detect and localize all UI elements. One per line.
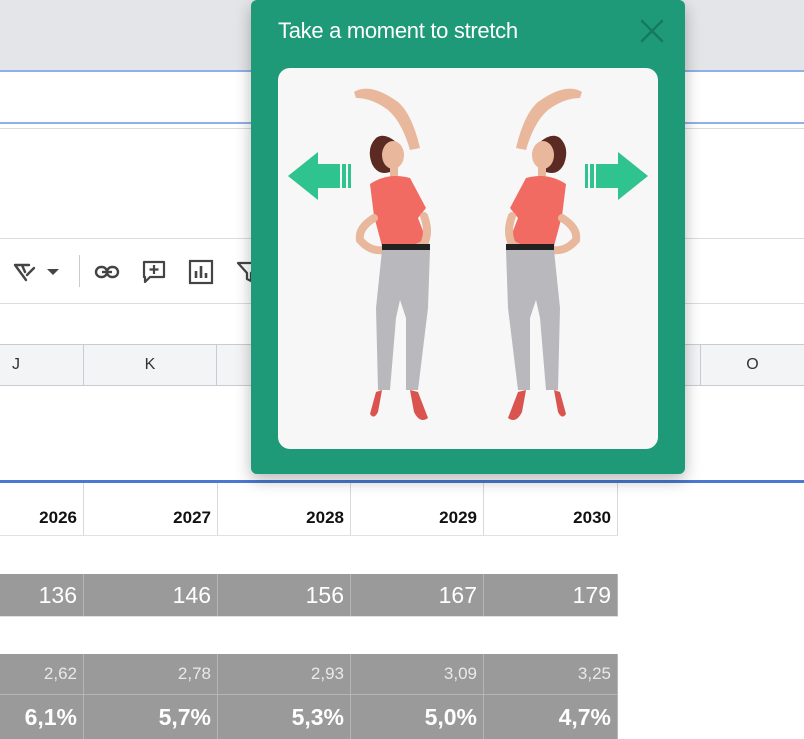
table-cell[interactable]: 2,78 — [84, 654, 218, 694]
year-cell[interactable]: 2028 — [218, 483, 351, 535]
table-cell[interactable]: 5,3% — [218, 695, 351, 739]
stretch-popup: Take a moment to stretch — [251, 0, 685, 474]
table-cell[interactable]: 6,1% — [0, 695, 84, 739]
column-header-o[interactable]: O — [700, 345, 804, 385]
year-cell[interactable]: 2026 — [0, 483, 84, 535]
text-format-icon[interactable] — [12, 259, 38, 285]
close-icon[interactable] — [637, 16, 667, 46]
table-cell[interactable]: 156 — [218, 574, 351, 616]
link-icon[interactable] — [94, 259, 120, 285]
popup-title: Take a moment to stretch — [278, 18, 518, 43]
table-cell[interactable]: 167 — [351, 574, 484, 616]
table-cell[interactable]: 4,7% — [484, 695, 618, 739]
column-header-k[interactable]: K — [84, 345, 217, 385]
table-cell[interactable]: 5,7% — [84, 695, 218, 739]
year-cell[interactable]: 2030 — [484, 483, 618, 535]
add-comment-icon[interactable] — [141, 259, 167, 285]
table-row-years: 2026 2027 2028 2029 2030 — [0, 483, 618, 535]
table-cell[interactable]: 2,93 — [218, 654, 351, 694]
arrow-right-icon — [585, 152, 648, 200]
insert-chart-icon[interactable] — [188, 259, 214, 285]
table-row: 2,62 2,78 2,93 3,09 3,25 — [0, 654, 618, 694]
stretching-women-illustration — [288, 88, 648, 420]
table-cell[interactable]: 3,25 — [484, 654, 618, 694]
woman-figure — [505, 88, 582, 420]
year-cell[interactable]: 2027 — [84, 483, 218, 535]
woman-figure — [354, 88, 431, 420]
table-row: 136 146 156 167 179 — [0, 574, 618, 616]
year-cell[interactable]: 2029 — [351, 483, 484, 535]
arrow-left-icon — [288, 152, 351, 200]
row-divider — [0, 535, 618, 536]
table-cell[interactable]: 3,09 — [351, 654, 484, 694]
column-header-j[interactable]: J — [0, 345, 84, 385]
stretch-illustration-card — [278, 68, 658, 449]
table-cell[interactable]: 2,62 — [0, 654, 84, 694]
table-cell[interactable]: 5,0% — [351, 695, 484, 739]
table-cell[interactable]: 136 — [0, 574, 84, 616]
table-cell[interactable]: 179 — [484, 574, 618, 616]
row-divider — [0, 616, 618, 617]
toolbar-separator — [79, 255, 80, 287]
table-cell[interactable]: 146 — [84, 574, 218, 616]
chevron-down-icon[interactable] — [46, 267, 60, 277]
table-row: 6,1% 5,7% 5,3% 5,0% 4,7% — [0, 694, 618, 739]
